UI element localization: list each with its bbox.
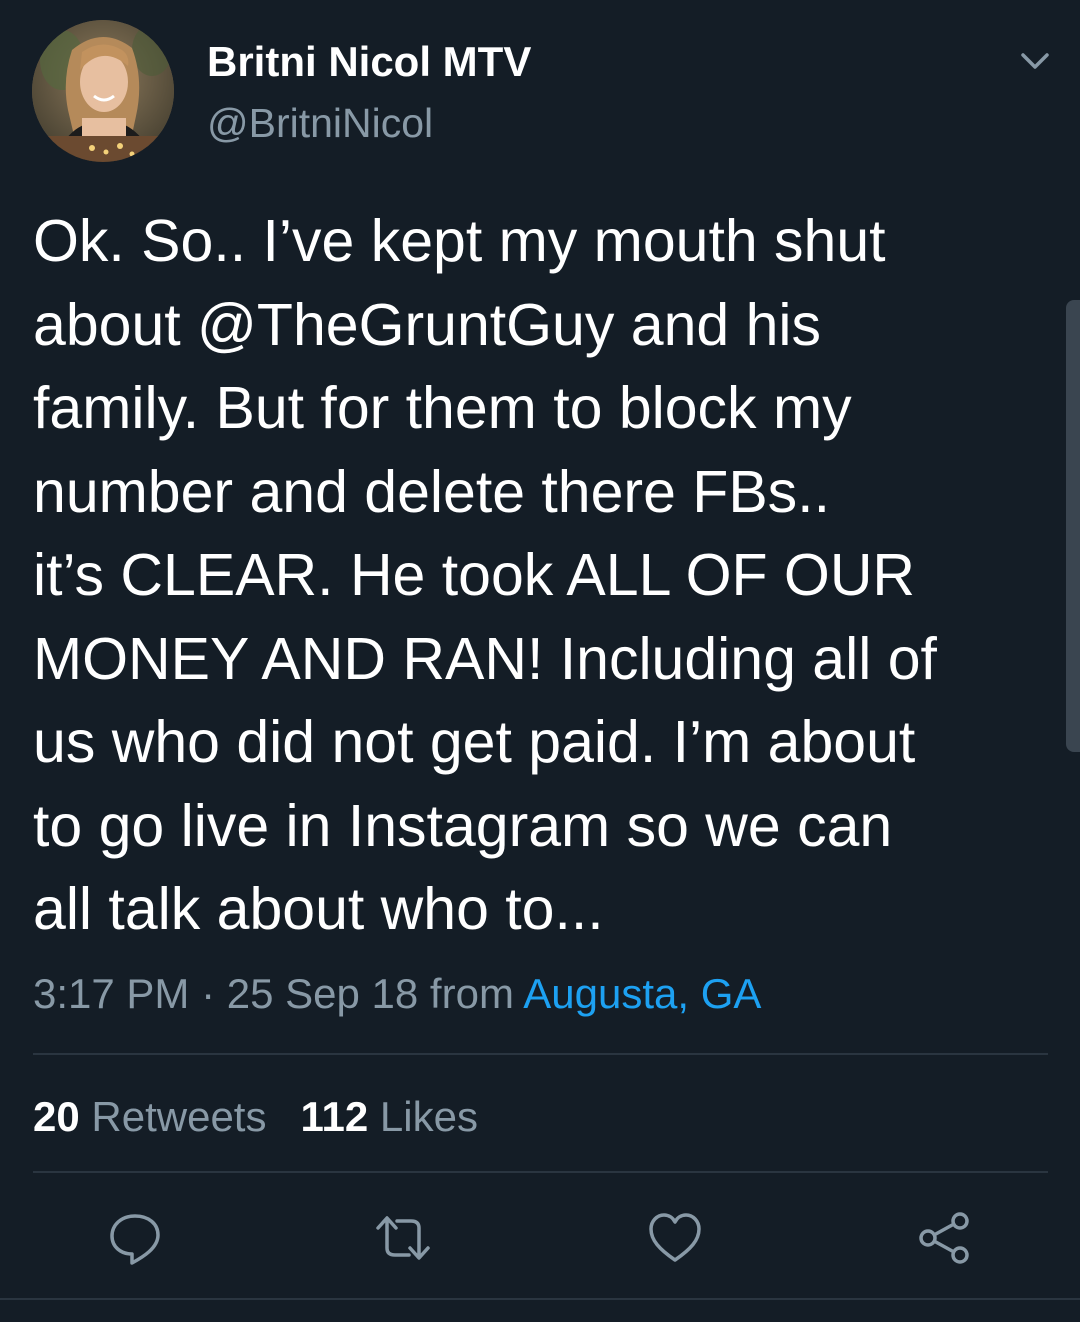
from-label: from <box>418 970 524 1017</box>
avatar[interactable] <box>32 20 174 162</box>
tweet-detail-screen: Britni Nicol MTV @BritniNicol Ok. So.. I… <box>0 0 1080 1322</box>
retweets-label: Retweets <box>91 1093 267 1140</box>
tweet-text-line: all talk about who to... <box>33 876 604 942</box>
meta-separator: · <box>189 970 227 1017</box>
divider <box>0 1298 1080 1300</box>
share-icon[interactable] <box>914 1208 974 1268</box>
avatar-image <box>32 20 174 162</box>
likes-label: Likes <box>379 1093 478 1140</box>
author-display-name[interactable]: Britni Nicol MTV <box>207 38 531 86</box>
tweet-text-line: about @TheGruntGuy and his <box>33 291 822 358</box>
tweet-text-line: family. But for them to block my <box>33 375 852 441</box>
divider <box>33 1171 1048 1173</box>
tweet-text-line: Ok. So.. I’ve kept my mouth shut <box>33 208 886 274</box>
retweet-icon[interactable] <box>373 1208 433 1268</box>
chevron-down-icon[interactable] <box>1014 40 1056 82</box>
heart-icon[interactable] <box>645 1208 705 1268</box>
divider <box>33 1053 1048 1055</box>
retweets-stat[interactable]: 20 Retweets <box>33 1093 266 1140</box>
tweet-date: 25 Sep 18 <box>226 970 419 1017</box>
engagement-stats: 20 Retweets 112 Likes <box>33 1090 478 1144</box>
scrollbar[interactable] <box>1066 300 1080 752</box>
tweet-text-line: to go live in Instagram so we can <box>33 792 893 859</box>
likes-count: 112 <box>300 1093 369 1140</box>
tweet-text-line: us who did not get paid. I’m about <box>33 709 916 775</box>
likes-stat[interactable]: 112 Likes <box>300 1093 478 1140</box>
tweet-time: 3:17 PM <box>33 970 190 1017</box>
author-handle[interactable]: @BritniNicol <box>207 99 433 147</box>
tweet-metadata: 3:17 PM · 25 Sep 18 from Augusta, GA <box>33 966 761 1022</box>
tweet-text-line: it’s CLEAR. He took ALL OF OUR <box>33 542 916 608</box>
tweet-text-line: number and delete there FBs.. <box>33 458 830 525</box>
tweet-text-line: MONEY AND RAN! Including all of <box>33 625 937 692</box>
reply-icon[interactable] <box>105 1208 165 1268</box>
tweet-text: Ok. So.. I’ve kept my mouth shut about @… <box>33 200 1033 952</box>
tweet-location-link[interactable]: Augusta, GA <box>523 970 761 1017</box>
retweets-count: 20 <box>33 1093 80 1140</box>
